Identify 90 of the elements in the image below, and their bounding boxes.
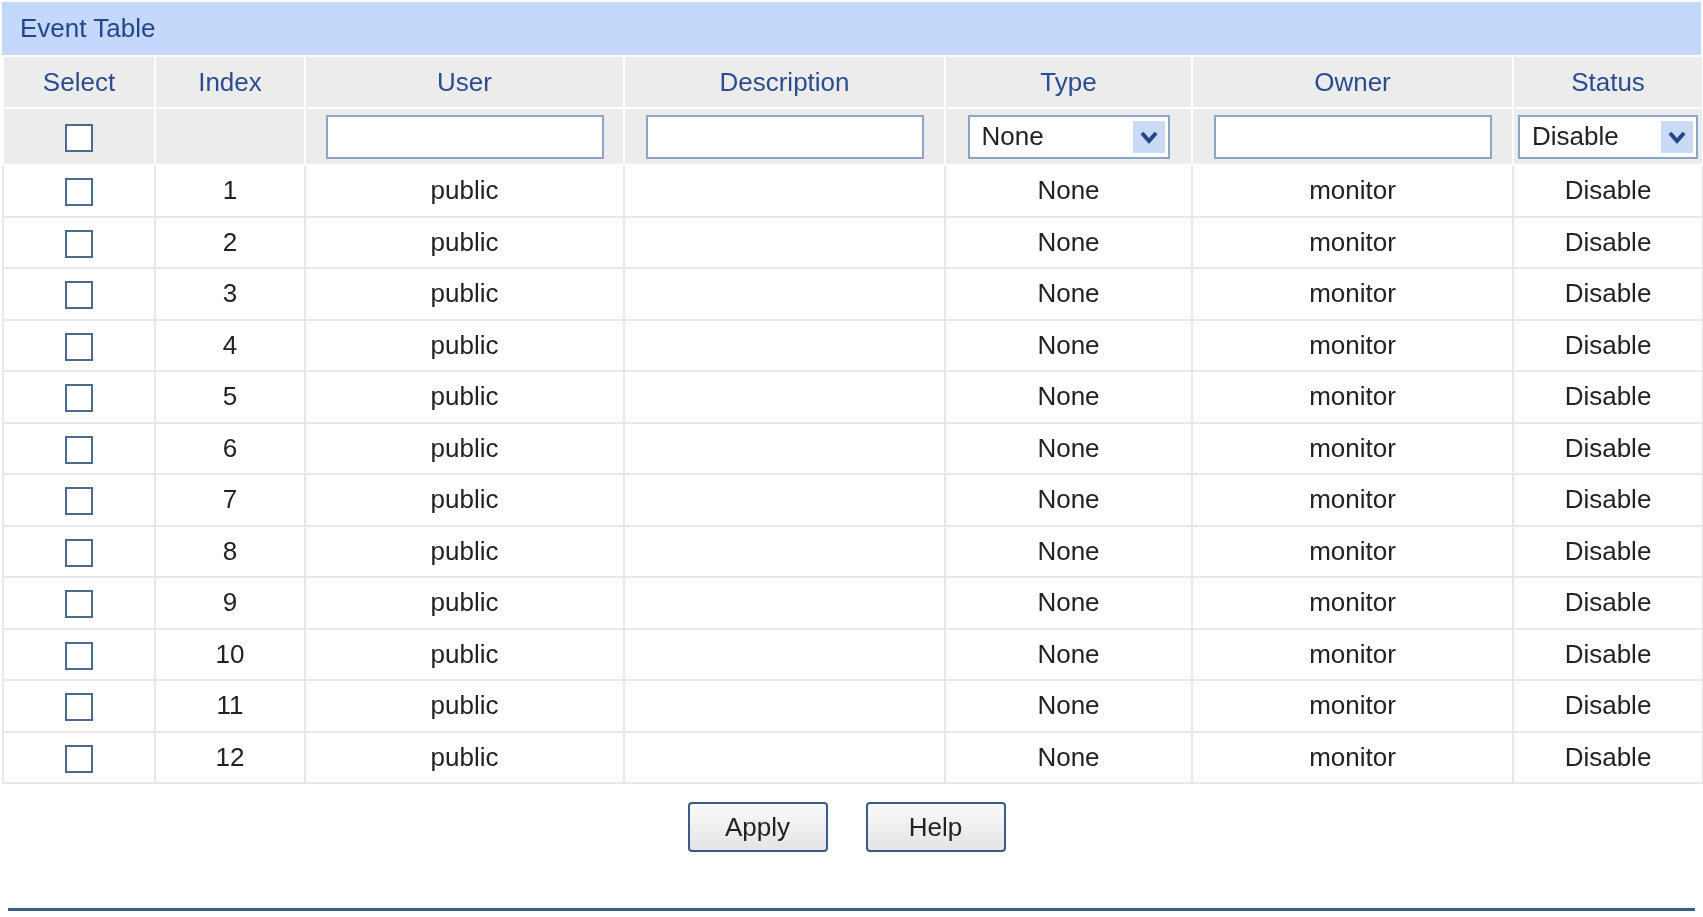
table-cell: monitor: [1309, 175, 1396, 206]
table-cell: public: [430, 175, 499, 206]
table-cell: 8: [222, 535, 238, 566]
column-header: Type: [1040, 66, 1097, 98]
column-header: Index: [198, 66, 262, 98]
table-cell: None: [1037, 278, 1100, 309]
table-cell: None: [1037, 484, 1100, 515]
table-cell: monitor: [1309, 484, 1396, 515]
table-cell: monitor: [1309, 741, 1396, 772]
table-cell: Disable: [1564, 484, 1652, 515]
table-cell: Disable: [1564, 329, 1652, 360]
table-cell: monitor: [1309, 432, 1396, 463]
type-select-field[interactable]: None: [967, 114, 1170, 159]
table-cell: public: [430, 432, 499, 463]
table-cell: public: [430, 587, 499, 618]
row-checkbox[interactable]: [65, 693, 93, 722]
table-cell: monitor: [1309, 638, 1396, 669]
table-cell: Disable: [1564, 381, 1652, 412]
table-cell: monitor: [1309, 278, 1396, 309]
table-cell: 6: [222, 432, 238, 463]
row-checkbox[interactable]: [65, 590, 93, 619]
table-cell: None: [1037, 535, 1100, 566]
table-title: Event Table: [2, 2, 1701, 55]
table-cell: 11: [216, 690, 244, 721]
table-cell: public: [430, 278, 499, 309]
select-all-checkbox[interactable]: [65, 124, 93, 153]
table-cell: public: [430, 638, 499, 669]
table-cell: Disable: [1564, 278, 1652, 309]
apply-button[interactable]: Apply: [687, 802, 828, 852]
owner-input-field[interactable]: [1213, 114, 1492, 159]
table-cell: monitor: [1309, 587, 1396, 618]
table-cell: monitor: [1309, 381, 1396, 412]
table-cell: None: [1037, 329, 1100, 360]
table-cell: 12: [215, 741, 245, 772]
table-cell: monitor: [1309, 535, 1396, 566]
table-cell: None: [1037, 690, 1100, 721]
row-checkbox[interactable]: [65, 435, 93, 464]
table-cell: None: [1037, 175, 1100, 206]
column-header: Select: [42, 66, 116, 98]
table-cell: public: [430, 226, 499, 257]
chevron-down-icon: [1132, 120, 1165, 153]
table-cell: None: [1037, 226, 1100, 257]
row-checkbox[interactable]: [65, 487, 93, 516]
row-checkbox[interactable]: [65, 641, 93, 670]
table-cell: Disable: [1564, 741, 1652, 772]
table-cell: 9: [222, 587, 238, 618]
table-cell: 3: [222, 278, 238, 309]
column-header: Owner: [1314, 66, 1391, 98]
table-cell: public: [430, 484, 499, 515]
table-cell: Disable: [1564, 175, 1652, 206]
table-cell: public: [430, 690, 499, 721]
table-cell: public: [430, 741, 499, 772]
table-cell: public: [430, 329, 499, 360]
table-cell: 7: [222, 484, 238, 515]
chevron-down-icon: [1661, 120, 1693, 153]
table-cell: None: [1037, 638, 1100, 669]
table-cell: None: [1037, 381, 1100, 412]
row-checkbox[interactable]: [65, 384, 93, 413]
table-cell: None: [1037, 432, 1100, 463]
table-cell: 10: [215, 638, 245, 669]
table-cell: Disable: [1564, 638, 1652, 669]
row-checkbox[interactable]: [65, 178, 93, 207]
row-checkbox[interactable]: [65, 538, 93, 567]
row-checkbox[interactable]: [65, 332, 93, 361]
table-cell: monitor: [1309, 226, 1396, 257]
table-cell: Disable: [1564, 226, 1652, 257]
table-cell: None: [1037, 587, 1100, 618]
table-cell: None: [1037, 741, 1100, 772]
status-select-field[interactable]: Disable: [1518, 114, 1698, 159]
table-cell: Disable: [1564, 535, 1652, 566]
table-cell: 1: [222, 175, 238, 206]
description-input-field[interactable]: [645, 114, 924, 159]
row-checkbox[interactable]: [65, 744, 93, 773]
table-cell: 2: [222, 226, 238, 257]
table-cell: 5: [222, 381, 238, 412]
column-header: Description: [719, 66, 850, 98]
table-cell: monitor: [1309, 690, 1396, 721]
table-cell: Disable: [1564, 432, 1652, 463]
column-header: User: [437, 66, 492, 98]
user-input-field[interactable]: [325, 114, 604, 159]
help-button[interactable]: Help: [865, 802, 1006, 852]
column-header: Status: [1571, 66, 1645, 98]
table-cell: public: [430, 535, 499, 566]
table-cell: Disable: [1564, 690, 1652, 721]
table-cell: Disable: [1564, 587, 1652, 618]
row-checkbox[interactable]: [65, 281, 93, 310]
table-cell: 4: [222, 329, 238, 360]
table-cell: monitor: [1309, 329, 1396, 360]
row-checkbox[interactable]: [65, 229, 93, 258]
table-cell: public: [430, 381, 499, 412]
